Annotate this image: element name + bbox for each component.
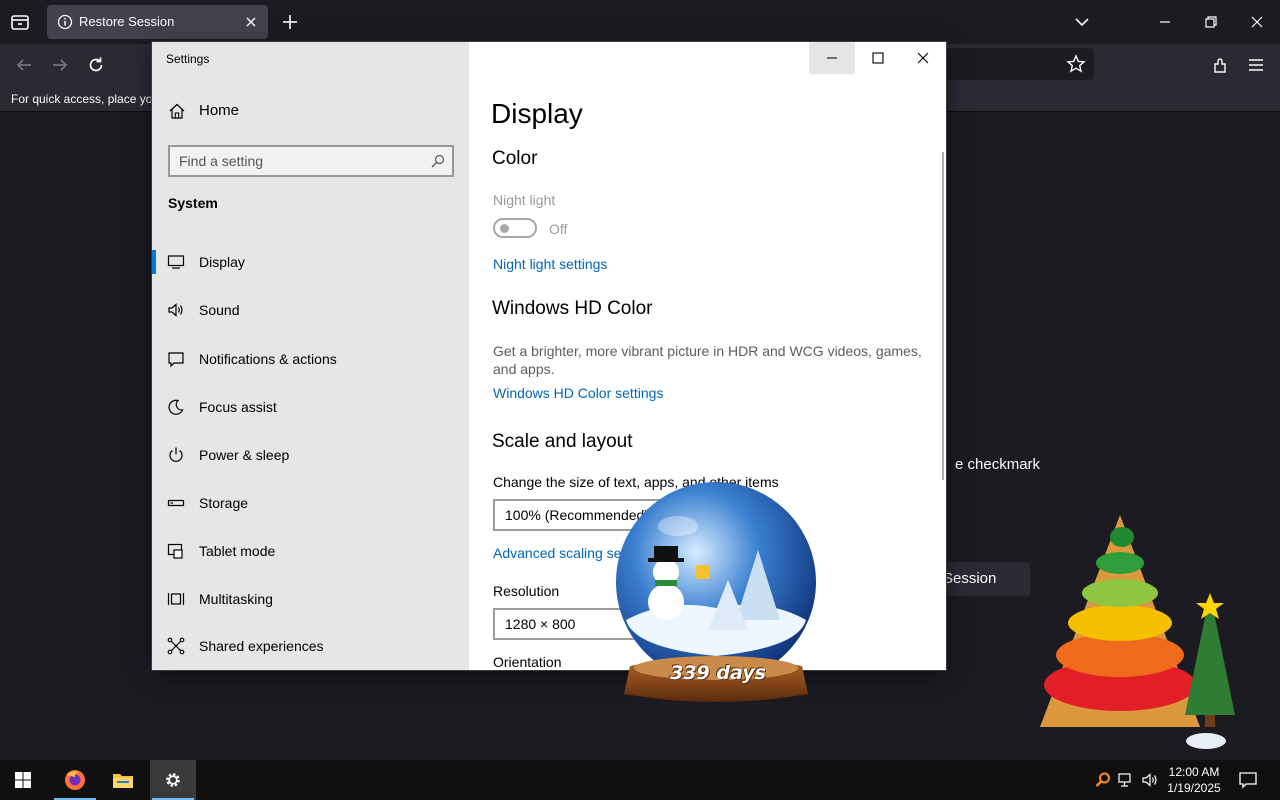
bookmark-star-icon[interactable] (1066, 54, 1086, 74)
taskbar: 12:00 AM 1/19/2025 (0, 760, 1280, 800)
restore-hint-text: e checkmark (955, 456, 1041, 473)
home-label: Home (199, 102, 240, 119)
nav-item-display[interactable]: Display (152, 242, 469, 282)
action-center-icon[interactable] (1238, 770, 1258, 790)
settings-sidebar: Settings Home System Display (152, 42, 469, 670)
night-light-settings-link[interactable]: Night light settings (493, 256, 607, 272)
minimize-icon[interactable] (1155, 12, 1175, 32)
storage-icon (167, 499, 185, 507)
days-counter: 339 days (670, 662, 766, 684)
settings-maximize-button[interactable] (855, 42, 901, 74)
nav-item-shared-experiences[interactable]: Shared experiences (152, 626, 469, 666)
page-title: Display (491, 98, 583, 129)
nav-label: Power & sleep (199, 447, 290, 463)
folder-icon (113, 774, 133, 788)
scale-layout-heading: Scale and layout (492, 431, 633, 452)
clock-time: 12:00 AM (1168, 765, 1220, 779)
settings-search[interactable] (168, 145, 454, 177)
info-icon (57, 14, 73, 30)
maximize-icon (872, 52, 884, 64)
nav-label: Sound (199, 302, 240, 318)
tab-restore-session[interactable]: Restore Session (47, 5, 268, 39)
new-tab-icon[interactable] (280, 12, 300, 32)
settings-close-button[interactable] (900, 42, 946, 74)
settings-minimize-button[interactable] (809, 42, 855, 74)
close-icon (917, 52, 929, 64)
chevron-down-icon[interactable] (1072, 12, 1092, 32)
list-all-tabs-icon[interactable] (8, 10, 32, 34)
close-tab-icon[interactable] (242, 13, 260, 31)
tablet-icon (167, 543, 183, 559)
nav-item-multitasking[interactable]: Multitasking (152, 579, 469, 619)
network-icon[interactable] (1117, 771, 1135, 789)
firefox-taskbar-button[interactable] (52, 760, 98, 800)
search-tray-icon[interactable] (1094, 771, 1112, 789)
extensions-icon[interactable] (1210, 55, 1230, 75)
tab-title: Restore Session (79, 14, 175, 29)
night-light-label: Night light (493, 192, 556, 208)
settings-window: Settings Home System Display (152, 42, 946, 670)
nav-label: Multitasking (199, 591, 273, 607)
windows-logo-icon (15, 772, 31, 788)
toggle-knob (500, 224, 509, 233)
night-light-toggle[interactable] (493, 218, 537, 238)
orientation-label: Orientation (493, 654, 562, 670)
minimize-icon (827, 57, 837, 59)
hd-color-description: Get a brighter, more vibrant picture in … (493, 343, 922, 377)
gear-icon (166, 773, 180, 787)
hd-color-settings-link[interactable]: Windows HD Color settings (493, 385, 663, 401)
hd-color-heading: Windows HD Color (492, 298, 653, 319)
url-bar[interactable] (944, 48, 1094, 80)
start-button[interactable] (0, 760, 46, 800)
restore-icon[interactable] (1201, 12, 1221, 32)
moon-icon (168, 399, 184, 415)
christmas-tree-widget[interactable] (1030, 505, 1260, 755)
nav-item-power-sleep[interactable]: Power & sleep (152, 435, 469, 475)
forward-icon[interactable] (50, 55, 70, 75)
nav-label: Storage (199, 495, 249, 511)
bookmarks-hint: For quick access, place you (11, 92, 160, 106)
back-icon[interactable] (14, 55, 34, 75)
nav-label: Tablet mode (199, 543, 276, 559)
search-icon[interactable] (430, 153, 446, 169)
browser-tab-bar: Restore Session (0, 0, 1280, 44)
section-heading: System (168, 195, 218, 211)
volume-icon[interactable] (1141, 771, 1159, 789)
window-title: Settings (166, 52, 210, 66)
resolution-value: 1280 × 800 (505, 616, 576, 632)
shared-experiences-icon (167, 637, 185, 655)
selection-indicator (152, 250, 156, 274)
scrollbar[interactable] (942, 152, 944, 480)
clock-date: 1/19/2025 (1167, 781, 1221, 795)
nav-item-storage[interactable]: Storage (152, 483, 469, 523)
nav-label: Focus assist (199, 399, 277, 415)
monitor-icon (167, 255, 185, 269)
power-icon (169, 447, 183, 462)
speaker-icon (168, 303, 183, 317)
color-heading: Color (492, 148, 538, 169)
nav-label: Shared experiences (199, 638, 324, 654)
multitasking-icon (167, 593, 185, 605)
nav-label: Display (199, 254, 245, 270)
close-window-icon[interactable] (1247, 12, 1267, 32)
menu-icon[interactable] (1246, 55, 1266, 75)
notification-icon (168, 352, 184, 368)
resolution-label: Resolution (493, 583, 560, 599)
nav-item-tablet-mode[interactable]: Tablet mode (152, 531, 469, 571)
nav-label: Notifications & actions (199, 351, 337, 367)
home-nav-item[interactable]: Home (152, 94, 469, 130)
taskbar-clock[interactable]: 12:00 AM 1/19/2025 (1160, 764, 1228, 796)
christmas-tree-icon (1040, 515, 1235, 749)
search-input[interactable] (170, 147, 420, 175)
file-explorer-taskbar-button[interactable] (100, 760, 146, 800)
firefox-icon (65, 770, 85, 790)
reload-icon[interactable] (86, 55, 106, 75)
home-icon (169, 103, 185, 119)
settings-taskbar-button[interactable] (150, 760, 196, 800)
nav-item-sound[interactable]: Sound (152, 290, 469, 330)
nav-item-focus-assist[interactable]: Focus assist (152, 387, 469, 427)
night-light-state: Off (549, 221, 568, 237)
snow-globe-widget[interactable]: 339 days (608, 480, 824, 712)
nav-item-notifications[interactable]: Notifications & actions (152, 339, 469, 379)
